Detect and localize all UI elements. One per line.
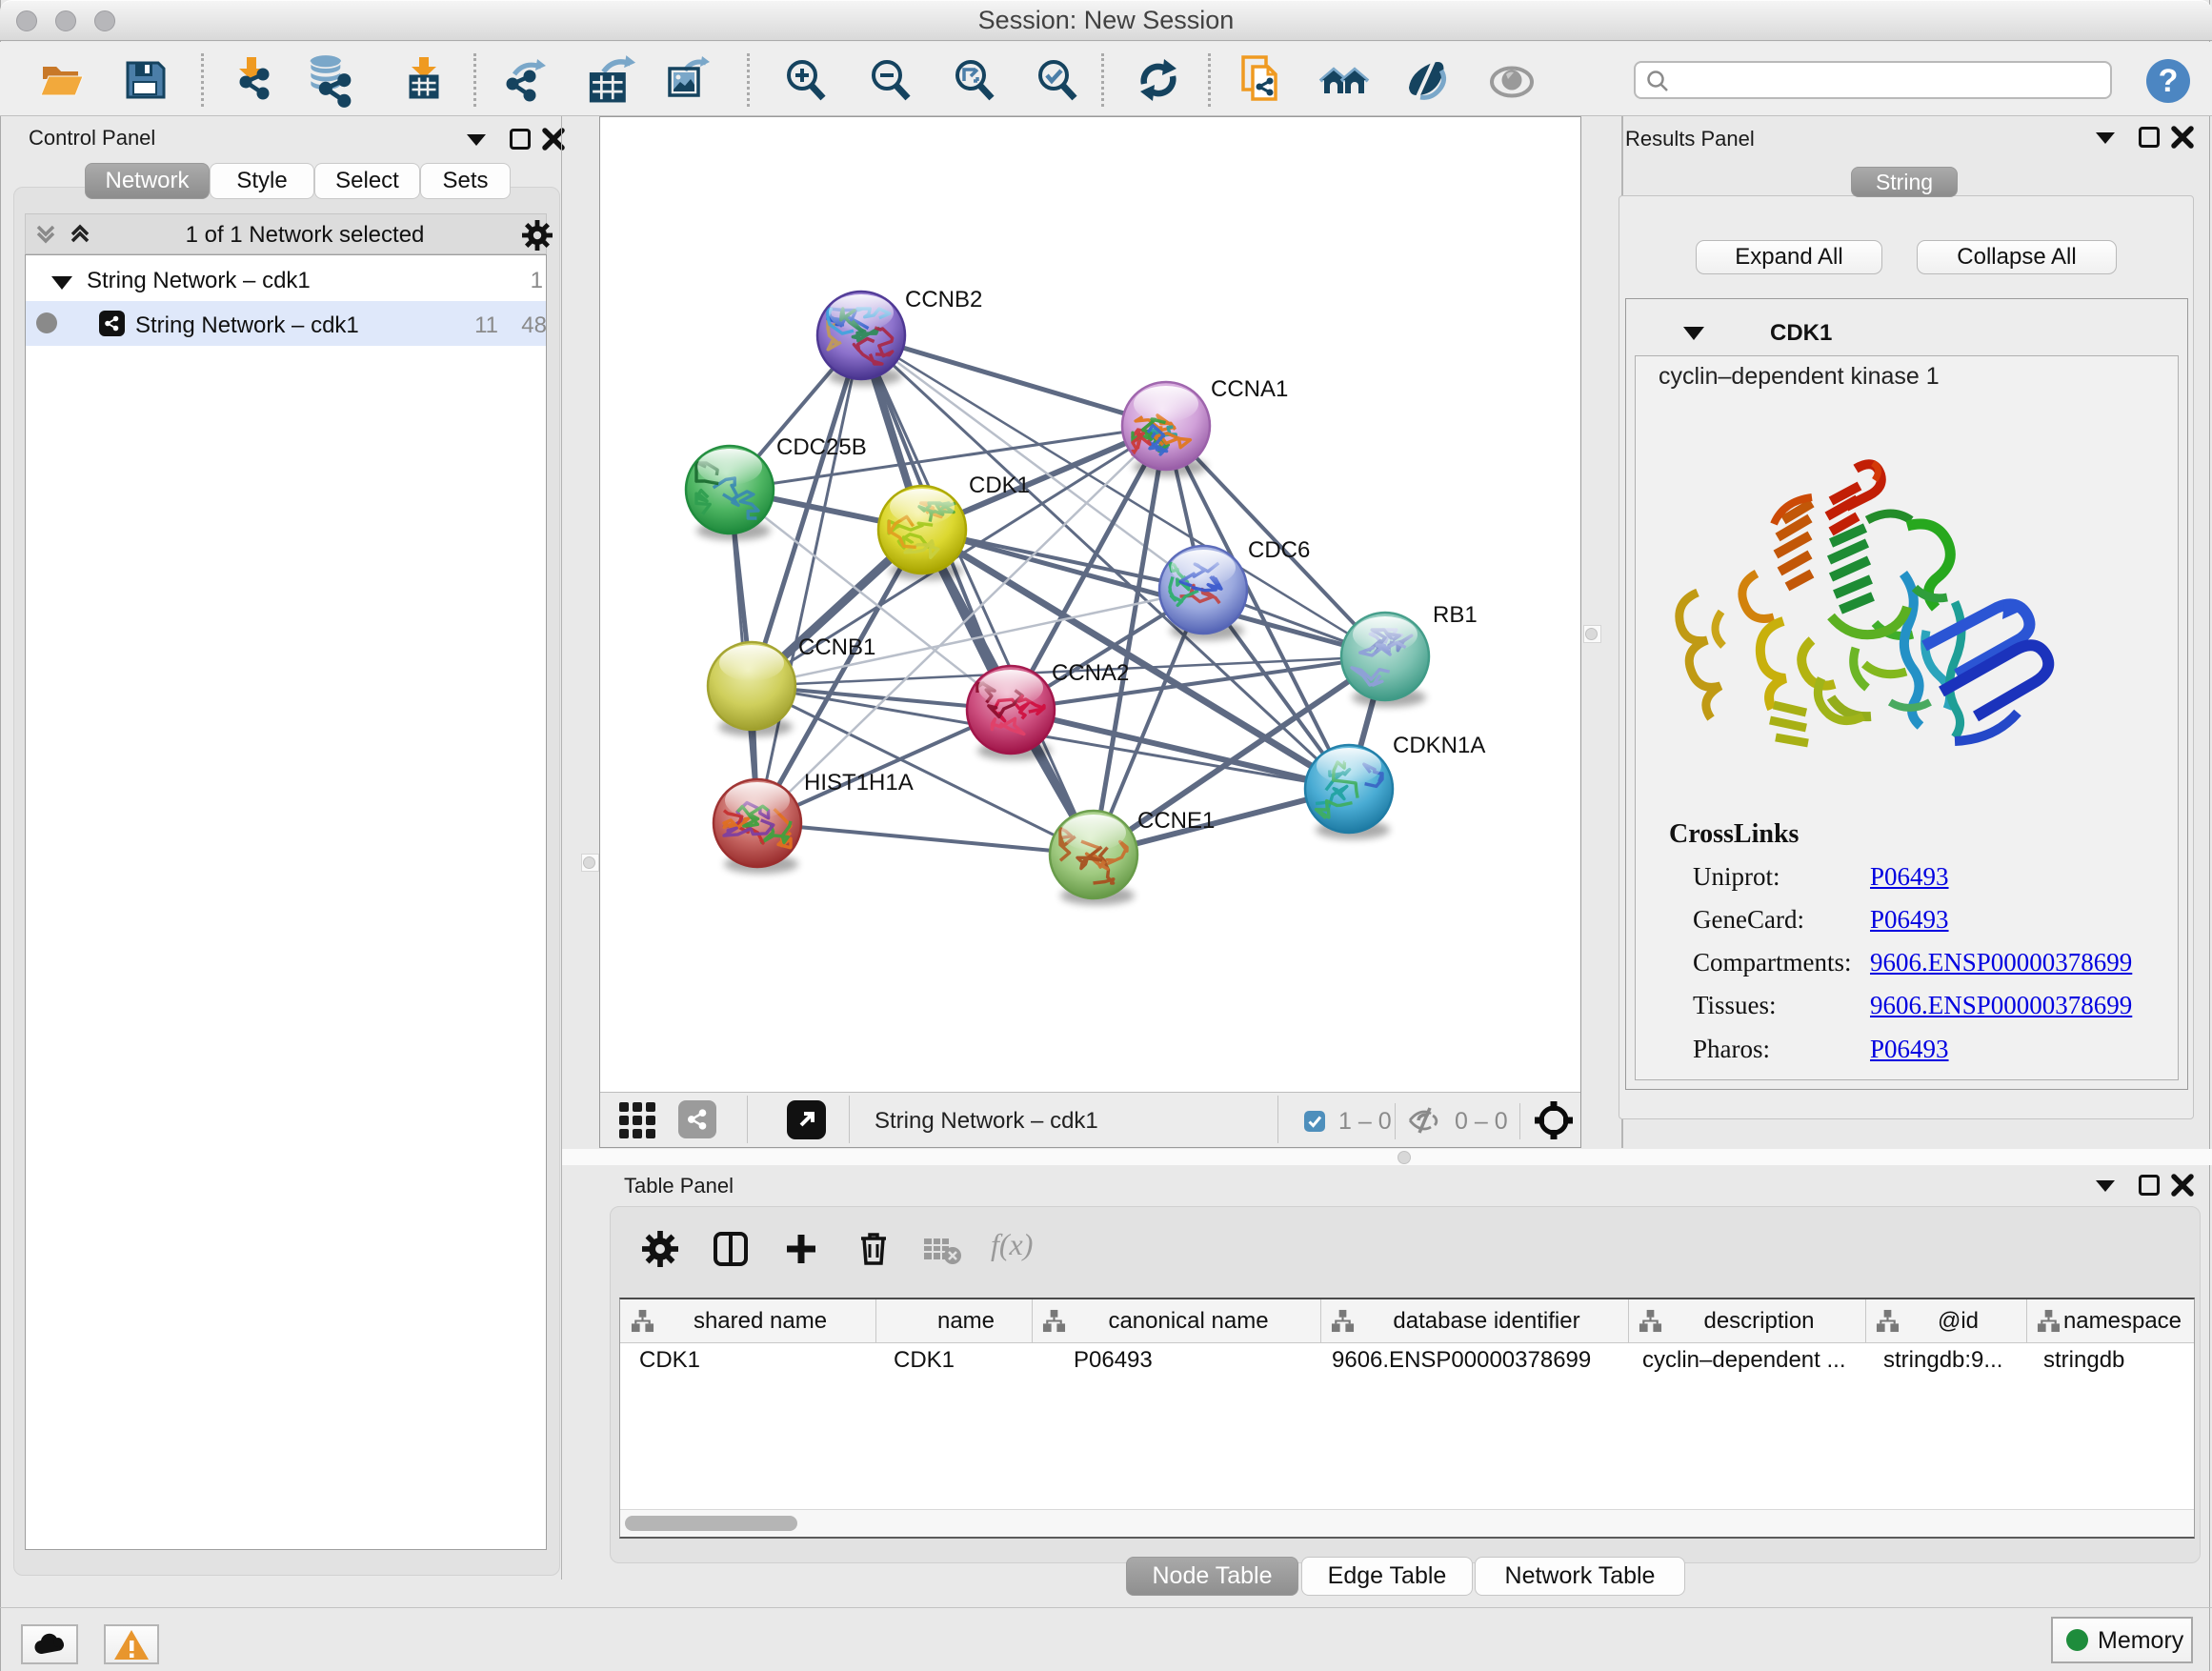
svg-text:HIST1H1A: HIST1H1A (804, 770, 914, 795)
svg-text:CDC6: CDC6 (1248, 537, 1310, 563)
svg-text:CCNB1: CCNB1 (798, 634, 875, 660)
svg-text:CCNA1: CCNA1 (1211, 376, 1288, 402)
svg-text:CCNA2: CCNA2 (1052, 660, 1129, 686)
svg-text:RB1: RB1 (1433, 602, 1478, 628)
svg-text:CCNE1: CCNE1 (1137, 808, 1215, 834)
svg-text:CCNB2: CCNB2 (905, 287, 982, 312)
svg-text:CDC25B: CDC25B (776, 434, 867, 460)
svg-text:CDK1: CDK1 (969, 473, 1030, 498)
svg-text:CDKN1A: CDKN1A (1393, 733, 1485, 758)
